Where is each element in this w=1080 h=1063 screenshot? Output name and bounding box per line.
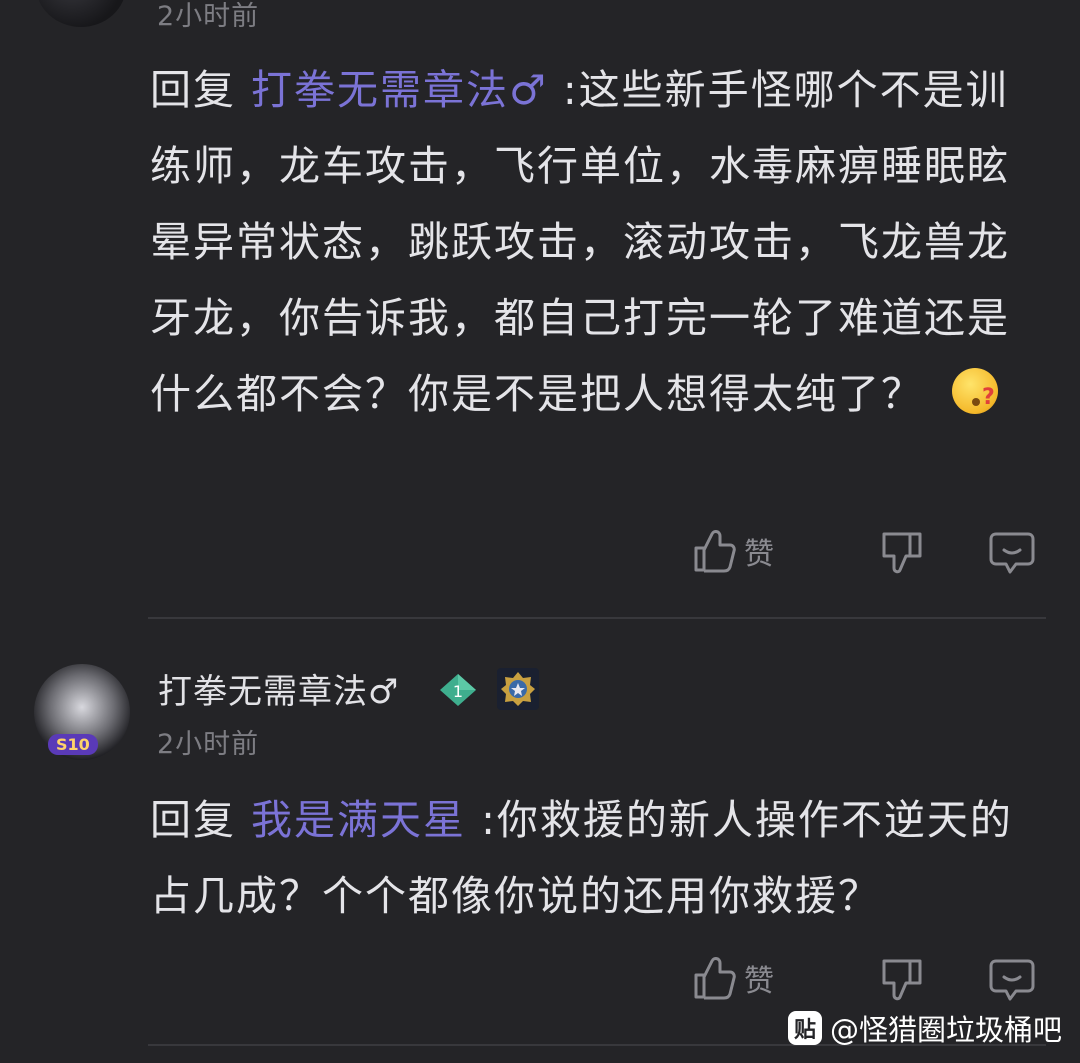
thumbs-up-icon	[694, 957, 736, 1000]
comment-text: :这些新手怪哪个不是训练师，龙车攻击，飞行单位，水毒麻痹睡眠眩晕异常状态，跳跃攻…	[150, 66, 1010, 418]
avatar[interactable]	[36, 0, 126, 27]
like-button[interactable]: 赞	[692, 528, 774, 574]
diamond-level-icon: 1	[440, 674, 476, 706]
comment-bubble-icon	[989, 959, 1035, 1001]
reply-label: 回复	[150, 66, 236, 114]
comment-time: 2小时前	[157, 729, 260, 760]
watermark: 贴 @怪猎圈垃圾桶吧	[787, 1007, 1062, 1049]
user-avatar[interactable]: S10	[34, 664, 130, 760]
reply-label: 回复	[150, 796, 236, 844]
comment-bubble-icon	[989, 532, 1035, 574]
medal-badge	[497, 668, 539, 710]
divider	[148, 617, 1046, 619]
dislike-button[interactable]	[880, 957, 924, 1003]
mention-link[interactable]: 打拳无需章法♂	[251, 66, 548, 114]
like-label: 赞	[744, 537, 774, 572]
like-button[interactable]: 赞	[692, 955, 774, 1001]
question-face-emoji-icon: ?	[952, 368, 998, 414]
thumbs-up-icon	[694, 530, 736, 573]
mention-link[interactable]: 我是满天星	[251, 796, 466, 844]
reply-button[interactable]	[988, 530, 1036, 576]
level-number: 1	[453, 682, 463, 701]
watermark-text: @怪猎圈垃圾桶吧	[829, 1013, 1062, 1047]
comment-time: 2小时前	[157, 1, 260, 32]
thumbs-down-icon	[882, 959, 922, 1001]
comment-body: 回复 打拳无需章法♂ :这些新手怪哪个不是训练师，龙车攻击，飞行单位，水毒麻痹睡…	[150, 52, 1050, 432]
like-label: 赞	[744, 964, 774, 999]
level-badge: 1	[438, 672, 478, 708]
comment-body: 回复 我是满天星 :你救援的新人操作不逆天的占几成？个个都像你说的还用你救援？	[150, 782, 1050, 934]
reply-button[interactable]	[988, 957, 1036, 1003]
dislike-button[interactable]	[880, 530, 924, 576]
avatar-frame-badge: S10	[48, 734, 98, 755]
thumbs-down-icon	[882, 532, 922, 574]
username[interactable]: 打拳无需章法♂	[158, 664, 399, 713]
star-medal-icon	[501, 672, 535, 706]
tieba-logo-icon: 贴	[787, 1011, 822, 1045]
